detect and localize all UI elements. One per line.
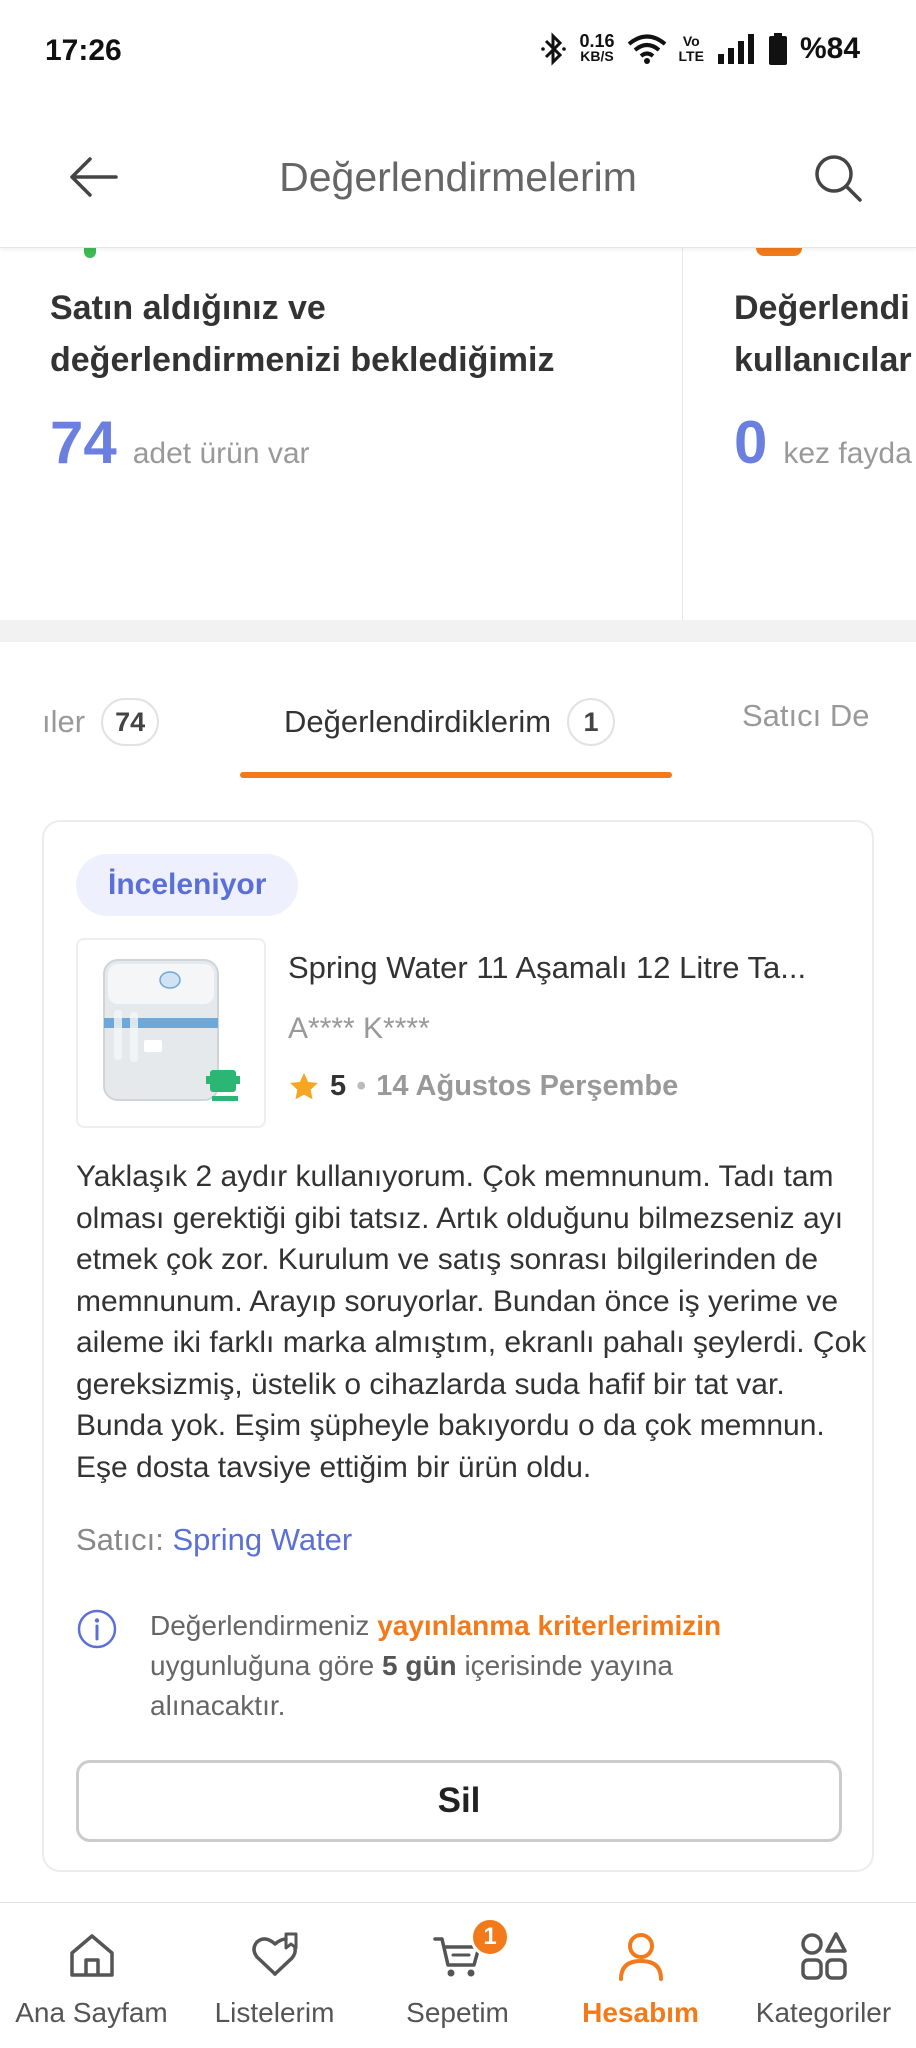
publish-days: 5 gün <box>381 1650 457 1681</box>
nav-label: Hesabım <box>582 1997 699 2028</box>
delete-button[interactable]: Sil <box>76 1760 842 1842</box>
summary-left-icon-peek <box>84 248 96 258</box>
signal-icon <box>717 34 754 64</box>
product-image[interactable] <box>76 938 266 1128</box>
status-icons: 0.16 KB/S Vo LTE %84 <box>538 31 860 66</box>
battery-percent: %84 <box>799 32 860 65</box>
reviewer-name: A**** K**** <box>288 1012 430 1045</box>
status-time: 17:26 <box>45 34 122 67</box>
nav-label: Ana Sayfam <box>15 1997 168 2028</box>
seller-link[interactable]: Spring Water <box>173 1522 353 1557</box>
summary-count: 74 <box>50 409 117 476</box>
nav-lists[interactable]: Listelerim <box>183 1903 366 2048</box>
status-bar: 17:26 0.16 KB/S Vo LTE %84 <box>0 0 916 110</box>
nav-home[interactable]: Ana Sayfam <box>0 1903 183 2048</box>
tab-label: Satıcı De <box>742 698 870 733</box>
review-text-line: memnunum. Arayıp soruyorlar. Bundan önce… <box>76 1284 839 1318</box>
summary-count-row: 0 kez fayda <box>734 408 916 477</box>
battery-icon <box>768 33 787 65</box>
summary-count: 0 <box>734 409 768 476</box>
review-tabs: ıler 74 Değerlendirdiklerim 1 Satıcı De <box>0 642 916 778</box>
cart-count-badge: 1 <box>470 1917 510 1957</box>
summary-count-label: kez fayda <box>783 437 912 470</box>
star-icon <box>290 1072 318 1099</box>
separator-dot: • <box>356 1070 367 1102</box>
tab-label: ıler <box>42 704 86 739</box>
back-arrow-icon[interactable] <box>66 150 120 204</box>
nav-label: Kategoriler <box>755 1997 892 2028</box>
status-badge: İnceleniyor <box>76 854 299 916</box>
review-text-line: Yaklaşık 2 aydır kullanıyorum. Çok memnu… <box>76 1160 834 1193</box>
tab-count-badge: 1 <box>567 698 616 746</box>
seller-row: Satıcı: Spring Water <box>76 1522 352 1558</box>
summary-count-label: adet ürün var <box>132 437 310 470</box>
review-text-line: olması gerektiği gibi tatsız. Artık oldu… <box>76 1201 844 1235</box>
summary-count-row: 74 adet ürün var <box>50 408 650 477</box>
summary-heading: Değerlendi kullanıcılar <box>734 289 912 379</box>
review-text-line: aileme iki farklı marka almıştım, ekranl… <box>76 1326 867 1359</box>
volte-indicator: Vo LTE <box>678 33 704 64</box>
bottom-nav: Ana Sayfam Listelerim 1 Sepetim Hesabım <box>0 1902 916 2048</box>
publish-criteria-link[interactable]: yayınlanma kriterlerimizin <box>377 1610 721 1641</box>
summary-heading: Satın aldığınız ve değerlendirmenizi bek… <box>50 289 555 379</box>
review-text-line: Bunda yok. Eşim şüpheyle bakıyordu o da … <box>76 1409 825 1442</box>
rating-value: 5 <box>330 1070 347 1102</box>
review-text-line: gereksizmiş, üstelik o cihazlarda suda h… <box>76 1367 785 1401</box>
summary-right-icon-peek <box>756 248 802 256</box>
rating-row: 5 • 14 Ağustos Perşembe <box>288 1070 678 1103</box>
categories-icon <box>800 1932 847 1980</box>
seller-label: Satıcı: <box>76 1522 164 1557</box>
app-bar: Değerlendirmelerim <box>0 110 916 248</box>
tab-count-badge: 74 <box>101 698 160 746</box>
nav-label: Listelerim <box>214 1997 335 2028</box>
info-icon <box>77 1609 117 1649</box>
review-date: 14 Ağustos Perşembe <box>376 1070 679 1102</box>
active-tab-indicator <box>240 772 672 778</box>
wifi-icon <box>627 34 666 64</box>
section-divider <box>0 620 916 642</box>
net-speed: 0.16 KB/S <box>579 31 615 64</box>
tab-pending-reviews[interactable]: ıler 74 <box>42 698 160 746</box>
user-icon <box>618 1933 663 1981</box>
nav-categories[interactable]: Kategoriler <box>732 1903 915 2048</box>
tab-seller-reviews[interactable]: Satıcı De <box>742 698 870 734</box>
nav-account[interactable]: Hesabım <box>549 1903 732 2048</box>
summary-card-pending[interactable]: Satın aldığınız ve değerlendirmenizi bek… <box>50 282 650 477</box>
tab-label: Değerlendirdiklerim <box>284 704 552 739</box>
page-title: Değerlendirmelerim <box>279 154 637 200</box>
nav-label: Sepetim <box>406 1997 509 2028</box>
review-text: Yaklaşık 2 aydır kullanıyorum. Çok memnu… <box>76 1156 876 1488</box>
summary-carousel[interactable]: Satın aldığınız ve değerlendirmenizi bek… <box>0 248 916 620</box>
nav-cart[interactable]: 1 Sepetim <box>366 1903 549 2048</box>
review-text-line: etmek çok zor. Kurulum ve satış sonrası … <box>76 1243 819 1276</box>
home-icon <box>69 1934 114 1977</box>
product-title[interactable]: Spring Water 11 Aşamalı 12 Litre Ta... <box>288 950 848 986</box>
summary-card-helpful[interactable]: Değerlendi kullanıcılar 0 kez fayda <box>734 282 916 477</box>
tab-my-reviews[interactable]: Değerlendirdiklerim 1 <box>284 698 616 746</box>
search-icon[interactable] <box>810 150 866 206</box>
bluetooth-icon <box>540 32 566 66</box>
publish-info-text: Değerlendirmeniz yayınlanma kriterlerimi… <box>150 1610 722 1721</box>
review-text-line: Eşe dosta tavsiye ettiğim bir ürün oldu. <box>76 1450 592 1484</box>
heart-list-icon <box>251 1932 297 1976</box>
summary-divider <box>682 248 683 620</box>
water-purifier-image <box>103 959 240 1101</box>
review-card: İnceleniyor Spring Water 11 Aşamalı 12 L… <box>42 820 874 1872</box>
